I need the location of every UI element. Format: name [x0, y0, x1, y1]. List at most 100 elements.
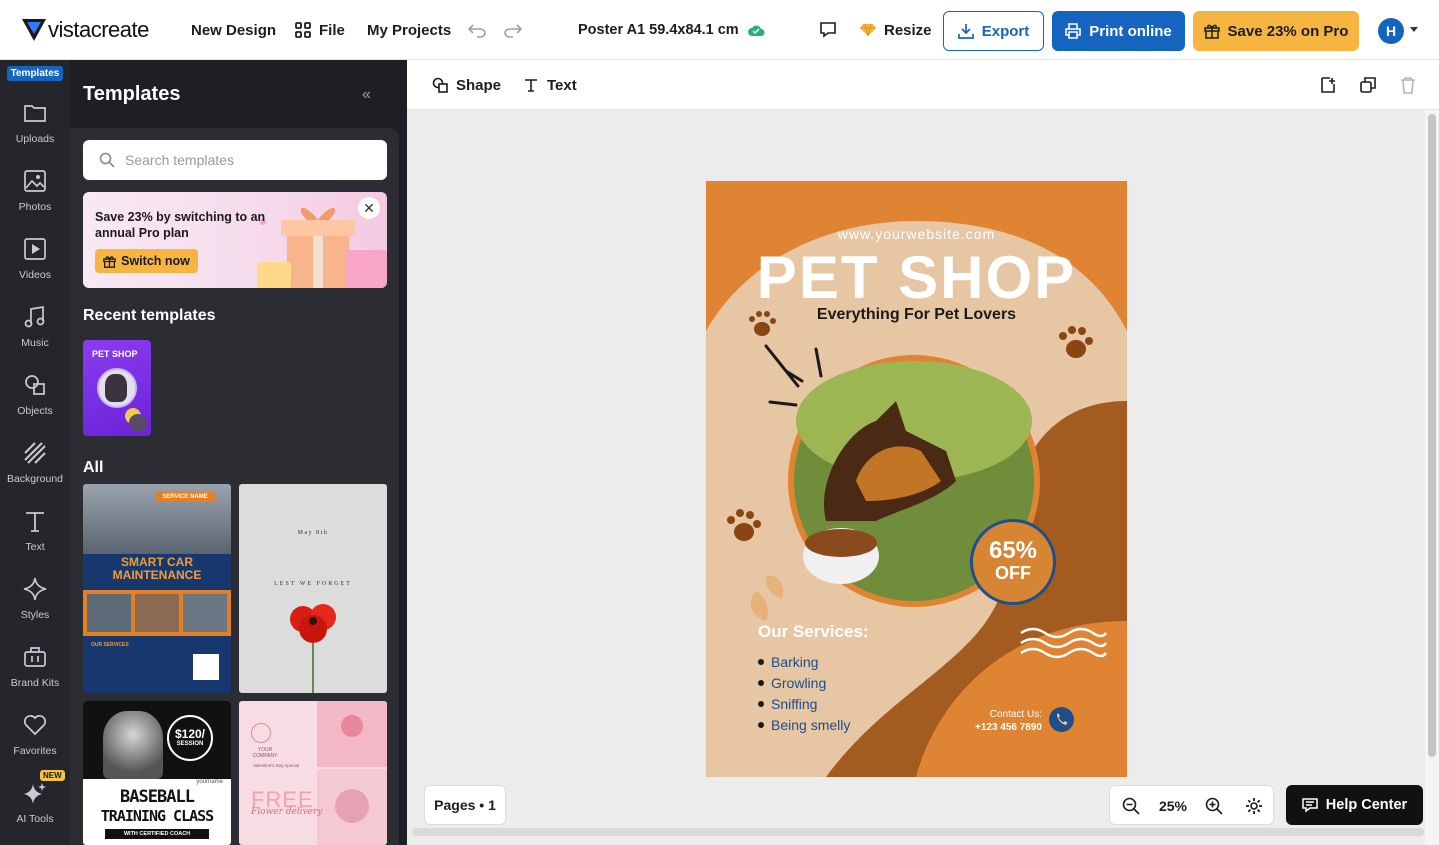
rail-item-background[interactable]: Background: [0, 430, 70, 498]
tpl-flower-sub: Flower delivery: [251, 807, 323, 817]
duplicate-page-icon[interactable]: [1359, 76, 1377, 94]
poster-artboard[interactable]: www.yourwebsite.com PET SHOP Everything …: [706, 181, 1127, 777]
rail-label-uploads: Uploads: [15, 133, 55, 145]
rail-tab-templates[interactable]: Templates: [7, 66, 63, 81]
add-page-icon[interactable]: [1319, 76, 1337, 94]
gift-icon: [103, 255, 116, 268]
vistacreate-logo[interactable]: vistacreate: [22, 0, 149, 60]
search-icon: [99, 152, 115, 168]
tpl-car-badge: SERVICE NAME: [155, 492, 215, 502]
undo-button[interactable]: [467, 0, 487, 60]
horizontal-scrollbar[interactable]: [412, 828, 1424, 836]
tpl-baseball-name: yourname: [196, 779, 223, 785]
close-promo-icon[interactable]: ✕: [358, 197, 380, 219]
flower-photo-top: [317, 701, 387, 767]
redo-icon: [504, 24, 523, 38]
export-label: Export: [981, 22, 1030, 40]
chat-icon: [1302, 798, 1318, 813]
logo-text: vistacreate: [48, 16, 149, 42]
rail-item-styles[interactable]: Styles: [0, 566, 70, 634]
discount-badge[interactable]: 65% OFF: [970, 519, 1056, 605]
tpl-car-title-2: MAINTENANCE: [112, 568, 202, 582]
printer-icon: [1065, 23, 1082, 39]
rail-label-brand-kits: Brand Kits: [10, 677, 60, 689]
rail-item-videos[interactable]: Videos: [0, 226, 70, 294]
export-button[interactable]: Export: [943, 11, 1044, 51]
vertical-scrollbar-thumb[interactable]: [1428, 114, 1436, 757]
zoom-level[interactable]: 25%: [1158, 786, 1188, 826]
rail-label-photos: Photos: [18, 201, 52, 213]
print-online-label: Print online: [1089, 22, 1172, 40]
poster-contact[interactable]: Contact Us: +123 456 7890: [962, 708, 1042, 734]
file-menu-button[interactable]: File: [295, 0, 345, 60]
poster-services-list[interactable]: Barking Growling Sniffing Being smelly: [758, 651, 850, 735]
list-item: Sniffing: [758, 693, 850, 714]
tpl-poppy-date: May 8th: [297, 530, 329, 536]
promo-text: Save 23% by switching to an annual Pro p…: [95, 210, 266, 240]
poster-services-title[interactable]: Our Services:: [758, 622, 869, 642]
rail-label-favorites: Favorites: [13, 745, 57, 757]
collapse-panel-icon[interactable]: «: [362, 86, 371, 104]
my-projects-label: My Projects: [367, 21, 452, 39]
list-item: Barking: [758, 651, 850, 672]
rail-item-photos[interactable]: Photos: [0, 158, 70, 226]
print-online-button[interactable]: Print online: [1052, 11, 1185, 51]
poster-website-url[interactable]: www.yourwebsite.com: [706, 226, 1127, 242]
zoom-in-icon[interactable]: [1205, 797, 1223, 815]
new-design-button[interactable]: New Design: [191, 0, 276, 60]
folder-icon: [24, 105, 46, 122]
rail-item-music[interactable]: Music: [0, 294, 70, 362]
zoom-out-icon[interactable]: [1122, 797, 1140, 815]
tpl-baseball-tagline: WITH CERTIFIED COACH: [105, 829, 209, 839]
document-title[interactable]: Poster A1 59.4x84.1 cm: [578, 0, 765, 60]
pages-button[interactable]: Pages • 1: [424, 785, 506, 825]
rail-item-brand-kits[interactable]: Brand Kits: [0, 634, 70, 702]
tpl-baseball-price-badge: $120/ SESSION: [167, 715, 213, 761]
template-card-smart-car[interactable]: SERVICE NAME SMART CAR MAINTENANCE OUR S…: [83, 484, 231, 693]
poster-title[interactable]: PET SHOP: [706, 243, 1127, 312]
resize-button[interactable]: Resize: [860, 0, 932, 60]
help-center-button[interactable]: Help Center: [1286, 785, 1423, 825]
shape-tool-button[interactable]: Shape: [432, 60, 501, 110]
recent-thumb-dog: [105, 374, 127, 402]
template-card-flower-delivery[interactable]: YOUR COMPANY Valentine's Day special FRE…: [239, 701, 387, 845]
poster-subtitle[interactable]: Everything For Pet Lovers: [706, 306, 1127, 324]
poppy-flower-illustration: [290, 604, 336, 693]
switch-now-button[interactable]: Switch now: [95, 249, 198, 273]
save-pro-button[interactable]: Save 23% on Pro: [1193, 11, 1359, 51]
help-center-label: Help Center: [1325, 797, 1408, 813]
user-avatar[interactable]: H: [1378, 18, 1404, 44]
rail-item-uploads[interactable]: Uploads: [0, 90, 70, 158]
redo-button[interactable]: [503, 0, 523, 60]
search-box[interactable]: [83, 140, 387, 180]
comments-button[interactable]: [819, 0, 837, 60]
settings-gear-icon[interactable]: [1245, 797, 1263, 815]
template-card-baseball[interactable]: $120/ SESSION yourname BASEBALL TRAINING…: [83, 701, 231, 845]
grid-icon: [295, 22, 311, 38]
delete-page-icon[interactable]: [1399, 76, 1417, 94]
rail-item-text[interactable]: Text: [0, 498, 70, 566]
tpl-baseball-title-2: TRAINING CLASS: [100, 807, 214, 825]
editor-toolbar: Shape Text: [407, 60, 1439, 110]
new-design-label: New Design: [191, 21, 277, 39]
rail-item-favorites[interactable]: Favorites: [0, 702, 70, 770]
file-label: File: [319, 21, 345, 39]
rail-item-objects[interactable]: Objects: [0, 362, 70, 430]
recent-template-pet-shop[interactable]: PET SHOP: [83, 340, 151, 436]
account-dropdown-icon[interactable]: [1410, 27, 1418, 32]
shape-tool-label: Shape: [456, 76, 502, 94]
undo-icon: [467, 24, 486, 38]
tpl-car-services: OUR SERVICES: [91, 642, 129, 648]
qr-code-icon: [193, 654, 219, 680]
flower-logo-icon: [251, 723, 271, 743]
tpl-poppy-text: LEST WE FORGET: [274, 581, 352, 587]
list-item: Being smelly: [758, 714, 850, 735]
vertical-scrollbar[interactable]: [1425, 110, 1439, 845]
search-input[interactable]: [125, 152, 365, 168]
pro-promo-banner: Save 23% by switching to an annual Pro p…: [83, 192, 387, 288]
left-rail: Templates Uploads Photos Videos Music Ob…: [0, 60, 70, 845]
comment-icon: [820, 22, 836, 38]
my-projects-link[interactable]: My Projects: [367, 0, 451, 60]
text-tool-button[interactable]: Text: [523, 60, 577, 110]
template-card-lest-we-forget[interactable]: May 8th LEST WE FORGET: [239, 484, 387, 693]
